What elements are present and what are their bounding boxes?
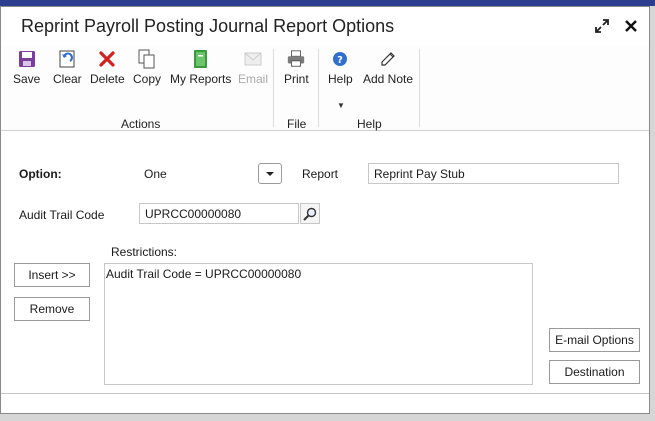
restrictions-label: Restrictions: bbox=[111, 245, 178, 259]
delete-button[interactable]: Delete bbox=[90, 49, 125, 91]
add-note-button[interactable]: Add Note bbox=[363, 49, 413, 91]
question-circle-icon: ? bbox=[330, 49, 350, 69]
clear-button[interactable]: Clear bbox=[53, 49, 82, 91]
undo-icon bbox=[57, 49, 77, 69]
audit-trail-code-input[interactable]: UPRCC00000080 bbox=[139, 203, 299, 224]
audit-trail-code-value: UPRCC00000080 bbox=[145, 207, 242, 221]
report-options-window: Reprint Payroll Posting Journal Report O… bbox=[0, 6, 650, 414]
help-button[interactable]: ? Help bbox=[328, 49, 353, 91]
report-field[interactable]: Reprint Pay Stub bbox=[368, 163, 619, 184]
ribbon-toolbar: Save Clear Delete Copy My Reports Email … bbox=[1, 45, 649, 131]
red-x-icon bbox=[97, 49, 117, 69]
close-icon[interactable] bbox=[620, 15, 642, 37]
option-select[interactable]: One bbox=[138, 163, 258, 184]
magnifier-icon bbox=[303, 207, 317, 221]
email-button[interactable]: Email bbox=[238, 49, 268, 91]
audit-trail-lookup-button[interactable] bbox=[300, 203, 320, 224]
help-group-label: Help bbox=[357, 117, 382, 131]
email-options-button[interactable]: E-mail Options bbox=[549, 328, 640, 352]
copy-label: Copy bbox=[133, 72, 162, 86]
email-options-label: E-mail Options bbox=[555, 333, 634, 347]
remove-button[interactable]: Remove bbox=[14, 297, 90, 321]
ribbon-separator bbox=[419, 49, 420, 127]
destination-button[interactable]: Destination bbox=[549, 360, 640, 384]
remove-button-label: Remove bbox=[29, 302, 75, 316]
restriction-item[interactable]: Audit Trail Code = UPRCC00000080 bbox=[106, 267, 532, 281]
report-value: Reprint Pay Stub bbox=[374, 167, 465, 181]
copy-button[interactable]: Copy bbox=[133, 49, 161, 91]
floppy-disk-icon bbox=[17, 49, 37, 69]
help-dropdown-caret-icon[interactable]: ▼ bbox=[337, 101, 345, 110]
actions-group-label: Actions bbox=[121, 117, 161, 131]
help-label: Help bbox=[328, 72, 353, 86]
note-pencil-icon bbox=[378, 49, 398, 69]
footer-divider bbox=[1, 393, 649, 394]
option-label: Option: bbox=[19, 167, 62, 181]
print-button[interactable]: Print bbox=[284, 49, 309, 91]
email-label: Email bbox=[238, 72, 269, 86]
my-reports-button[interactable]: My Reports bbox=[170, 49, 231, 91]
printer-icon bbox=[286, 49, 306, 69]
option-value: One bbox=[144, 167, 167, 181]
insert-button[interactable]: Insert >> bbox=[14, 263, 90, 287]
svg-text:?: ? bbox=[337, 55, 343, 66]
my-reports-label: My Reports bbox=[170, 72, 232, 86]
insert-button-label: Insert >> bbox=[28, 268, 76, 282]
restrictions-list[interactable]: Audit Trail Code = UPRCC00000080 bbox=[104, 263, 533, 385]
form-content: Option: One Report Reprint Pay Stub Audi… bbox=[1, 131, 649, 413]
window-title: Reprint Payroll Posting Journal Report O… bbox=[21, 16, 395, 36]
save-button[interactable]: Save bbox=[13, 49, 40, 91]
delete-label: Delete bbox=[90, 72, 125, 86]
chevron-down-icon bbox=[266, 171, 274, 176]
copy-pages-icon bbox=[137, 49, 157, 69]
option-dropdown-button[interactable] bbox=[258, 163, 282, 184]
ribbon-separator bbox=[318, 49, 319, 127]
clear-label: Clear bbox=[53, 72, 82, 86]
audit-trail-code-label: Audit Trail Code bbox=[19, 208, 105, 222]
envelope-icon bbox=[243, 49, 263, 69]
green-book-icon bbox=[191, 49, 211, 69]
save-label: Save bbox=[13, 72, 41, 86]
report-label: Report bbox=[302, 167, 339, 181]
title-bar: Reprint Payroll Posting Journal Report O… bbox=[1, 7, 649, 45]
ribbon-separator bbox=[273, 49, 274, 127]
add-note-label: Add Note bbox=[363, 72, 414, 86]
destination-label: Destination bbox=[564, 365, 625, 379]
file-group-label: File bbox=[287, 117, 307, 131]
print-label: Print bbox=[284, 72, 309, 86]
expand-icon[interactable] bbox=[591, 15, 613, 37]
